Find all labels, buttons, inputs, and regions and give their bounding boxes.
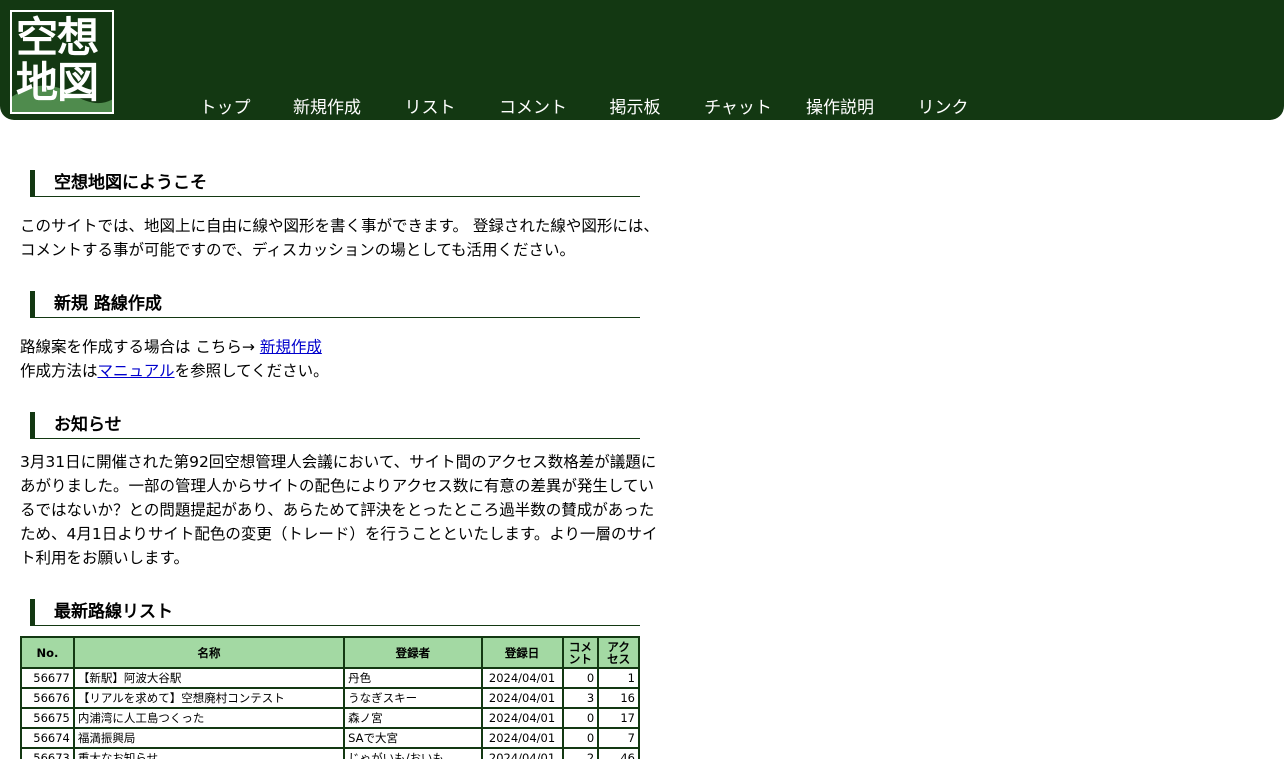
logo-text-line2: 地図 — [16, 58, 99, 107]
cell-date: 2024/04/01 — [480, 727, 564, 749]
cell-no: 56674 — [20, 727, 75, 749]
notice-heading: お知らせ — [30, 412, 640, 439]
site-logo[interactable]: 空想 地図 — [10, 10, 114, 114]
manual-link[interactable]: マニュアル — [98, 362, 175, 380]
create-heading: 新規 路線作成 — [30, 291, 640, 318]
nav-bbs[interactable]: 掲示板 — [585, 96, 685, 120]
create-line-1-text: 路線案を作成する場合は こちら→ — [20, 338, 260, 356]
cell-user: SAで大宮 — [343, 727, 483, 749]
table-row[interactable]: 56675 内浦湾に人工島つくった 森ノ宮 2024/04/01 0 17 — [20, 707, 640, 729]
cell-no: 56676 — [20, 687, 75, 709]
cell-user: うなぎスキー — [343, 687, 483, 709]
col-header-comments-2: ント — [568, 651, 592, 666]
cell-access: 17 — [597, 707, 640, 729]
create-text: 路線案を作成する場合は こちら→ 新規作成 作成方法はマニュアルを参照してくださ… — [20, 335, 665, 383]
table-row[interactable]: 56676 【リアルを求めて】空想廃村コンテスト うなぎスキー 2024/04/… — [20, 687, 640, 709]
cell-access: 16 — [597, 687, 640, 709]
nav-chat[interactable]: チャット — [688, 96, 788, 120]
cell-name[interactable]: 【新駅】阿波大谷駅 — [72, 667, 346, 689]
cell-name[interactable]: 【リアルを求めて】空想廃村コンテスト — [72, 687, 346, 709]
welcome-heading: 空想地図にようこそ — [30, 170, 640, 197]
cell-user: じゃがいも/おいも — [343, 747, 483, 759]
site-header: 空想 地図 トップ 新規作成 リスト コメント 掲示板 チャット 操作説明 リン… — [0, 0, 1284, 120]
cell-date: 2024/04/01 — [480, 747, 564, 759]
table-row[interactable]: 56674 福満振興局 SAで大宮 2024/04/01 0 7 — [20, 727, 640, 749]
logo-text-line1: 空想 — [16, 13, 99, 62]
cell-name[interactable]: 福満振興局 — [72, 727, 346, 749]
create-new-link[interactable]: 新規作成 — [260, 338, 322, 356]
cell-date: 2024/04/01 — [480, 667, 564, 689]
cell-no: 56673 — [20, 747, 75, 759]
table-row[interactable]: 56673 重大なお知らせ じゃがいも/おいも 2024/04/01 2 46 — [20, 747, 640, 759]
cell-comments: 0 — [561, 707, 600, 729]
welcome-text: このサイトでは、地図上に自由に線や図形を書く事ができます。 登録された線や図形に… — [20, 217, 659, 259]
notice-text: 3月31日に開催された第92回空想管理人会議において、サイト間のアクセス数格差が… — [20, 453, 658, 567]
nav-comment[interactable]: コメント — [483, 96, 583, 120]
cell-access: 1 — [597, 667, 640, 689]
col-header-name[interactable]: 名称 — [72, 636, 346, 669]
nav-create[interactable]: 新規作成 — [277, 96, 377, 120]
cell-date: 2024/04/01 — [480, 687, 564, 709]
nav-manual[interactable]: 操作説明 — [790, 96, 890, 120]
cell-date: 2024/04/01 — [480, 707, 564, 729]
cell-comments: 0 — [561, 727, 600, 749]
create-line-2-suffix: を参照してください。 — [174, 362, 329, 380]
cell-user: 森ノ宮 — [343, 707, 483, 729]
create-line-2: 作成方法はマニュアルを参照してください。 — [20, 359, 665, 383]
latest-heading: 最新路線リスト — [30, 599, 640, 626]
cell-no: 56675 — [20, 707, 75, 729]
col-header-comments[interactable]: コメ ント — [561, 636, 600, 669]
cell-access: 7 — [597, 727, 640, 749]
col-header-user[interactable]: 登録者 — [343, 636, 483, 669]
nav-links[interactable]: リンク — [893, 96, 993, 120]
latest-routes-table: No. 名称 登録者 登録日 コメ ント アク セス 56677 【新駅】阿波大谷駅… — [20, 636, 640, 759]
cell-comments: 3 — [561, 687, 600, 709]
create-line-1: 路線案を作成する場合は こちら→ 新規作成 — [20, 335, 665, 359]
nav-list[interactable]: リスト — [380, 96, 480, 120]
cell-name[interactable]: 内浦湾に人工島つくった — [72, 707, 346, 729]
col-header-no[interactable]: No. — [20, 636, 75, 669]
col-header-access-2: セス — [607, 651, 631, 666]
cell-no: 56677 — [20, 667, 75, 689]
table-row[interactable]: 56677 【新駅】阿波大谷駅 丹色 2024/04/01 0 1 — [20, 667, 640, 689]
cell-user: 丹色 — [343, 667, 483, 689]
cell-comments: 2 — [561, 747, 600, 759]
create-line-2-prefix: 作成方法は — [20, 362, 98, 380]
col-header-date[interactable]: 登録日 — [480, 636, 564, 669]
table-header-row: No. 名称 登録者 登録日 コメ ント アク セス — [20, 636, 640, 669]
cell-access: 46 — [597, 747, 640, 759]
cell-comments: 0 — [561, 667, 600, 689]
col-header-access[interactable]: アク セス — [597, 636, 640, 669]
cell-name[interactable]: 重大なお知らせ — [72, 747, 346, 759]
nav-top[interactable]: トップ — [175, 96, 275, 120]
